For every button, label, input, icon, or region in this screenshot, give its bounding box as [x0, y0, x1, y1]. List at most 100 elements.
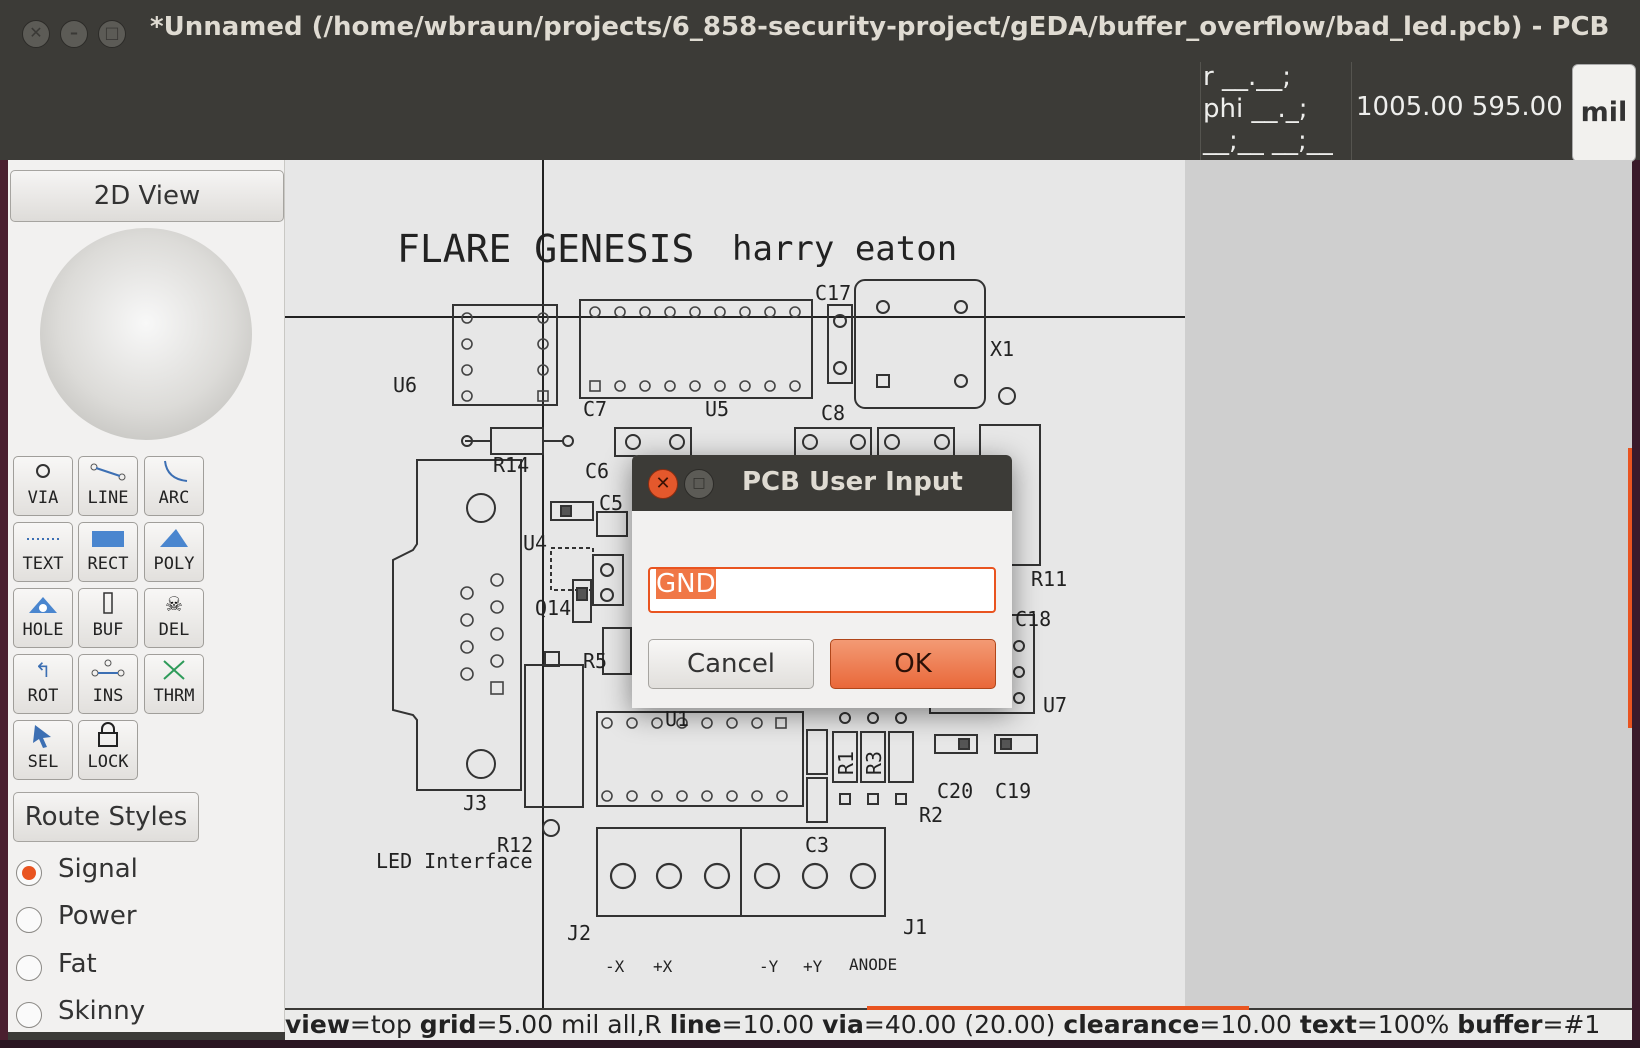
dialog-close-icon[interactable]: ✕	[648, 469, 678, 499]
tool-arc[interactable]: ARC	[144, 456, 204, 516]
status-clearance-value: =10.00	[1199, 1010, 1292, 1039]
component-j3-outline	[392, 459, 522, 791]
refdes-r11: R11	[1031, 567, 1067, 591]
board-author-text: harry eaton	[732, 229, 957, 269]
radio-unselected[interactable]	[16, 1002, 42, 1028]
refdes-r1: R1	[834, 751, 858, 775]
tool-via[interactable]: VIA	[13, 456, 73, 516]
route-styles-button[interactable]: Route Styles	[13, 792, 199, 842]
ok-button[interactable]: OK	[830, 639, 996, 689]
tool-poly[interactable]: POLY	[144, 522, 204, 582]
route-style-label: Signal	[58, 854, 138, 884]
tool-insert[interactable]: INS	[78, 654, 138, 714]
status-buffer-key: buffer	[1457, 1010, 1543, 1039]
connector-label: ANODE	[849, 955, 897, 974]
refdes-c18: C18	[1015, 607, 1051, 631]
polar-coords-readout: r __.__; phi __._; __;__ __;__	[1200, 62, 1352, 160]
refdes-u6: U6	[393, 373, 417, 397]
window-maximize-icon[interactable]: □	[98, 20, 126, 48]
radio-selected[interactable]	[16, 860, 42, 886]
status-flags: all,R	[607, 1010, 662, 1039]
view-toggle-button[interactable]: 2D View	[10, 170, 284, 222]
refdes-r2: R2	[919, 803, 943, 827]
coords-r: r __.__;	[1203, 62, 1291, 92]
connector-label: -Y	[759, 957, 779, 976]
status-via-key: via	[822, 1010, 864, 1039]
rotate-icon: ↰	[34, 658, 52, 682]
window-titlebar: ✕ – □ *Unnamed (/home/wbraun/projects/6_…	[0, 0, 1640, 62]
refdes-j2: J2	[567, 921, 591, 945]
hole-icon	[14, 589, 72, 619]
tool-label: ROT	[27, 686, 59, 706]
connector-label: -X	[605, 957, 625, 976]
dialog-input-value: GND	[656, 569, 716, 599]
dialog-title: PCB User Input	[742, 467, 963, 497]
status-via-value: =40.00 (20.00)	[863, 1010, 1056, 1039]
tool-line[interactable]: LINE	[78, 456, 138, 516]
radio-unselected[interactable]	[16, 955, 42, 981]
refdes-c8: C8	[821, 401, 845, 425]
connector-label: +X	[653, 957, 673, 976]
refdes-j3: J3	[463, 791, 487, 815]
tool-hole[interactable]: HOLE	[13, 588, 73, 648]
status-text-value: =100%	[1356, 1010, 1450, 1039]
tool-label: HOLE	[22, 620, 64, 640]
route-style-label: Fat	[58, 949, 97, 979]
cancel-button[interactable]: Cancel	[648, 639, 814, 689]
refdes-u4: U4	[523, 531, 547, 555]
window-minimize-icon[interactable]: –	[60, 20, 88, 48]
tool-text[interactable]: TEXT	[13, 522, 73, 582]
radio-unselected[interactable]	[16, 907, 42, 933]
tool-label: ARC	[158, 488, 190, 508]
refdes-x1: X1	[990, 337, 1014, 361]
tool-rect[interactable]: RECT	[78, 522, 138, 582]
desktop-background-left	[0, 160, 8, 1048]
dialog-maximize-icon[interactable]: □	[684, 469, 714, 499]
insert-icon	[79, 655, 137, 685]
refdes-r12: R12	[497, 833, 533, 857]
dialog-titlebar: ✕ □ PCB User Input	[632, 455, 1012, 511]
route-style-label: Skinny	[58, 996, 146, 1026]
refdes-c19: C19	[995, 779, 1031, 803]
refdes-r14: R14	[493, 453, 529, 477]
status-grid-value: =5.00 mil	[476, 1010, 600, 1039]
component-u5-outline	[579, 299, 813, 399]
dialog-text-input[interactable]: GND	[648, 567, 996, 613]
tool-select[interactable]: SEL	[13, 720, 73, 780]
component-j2-outline	[596, 827, 742, 917]
window-close-icon[interactable]: ✕	[22, 20, 50, 48]
tool-lock[interactable]: LOCK	[78, 720, 138, 780]
refdes-r5: R5	[583, 649, 607, 673]
status-bar: view=top grid=5.00 mil all,R line=10.00 …	[285, 1010, 1632, 1040]
tool-label: THRM	[153, 686, 195, 706]
status-clearance-key: clearance	[1063, 1010, 1200, 1039]
refdes-c5: C5	[599, 491, 623, 515]
tool-label: INS	[92, 686, 124, 706]
tool-label: LINE	[87, 488, 129, 508]
refdes-u5: U5	[705, 397, 729, 421]
status-buffer-value: =#1	[1542, 1010, 1601, 1039]
line-icon	[79, 457, 137, 487]
tool-label: RECT	[87, 554, 129, 574]
tool-label: VIA	[27, 488, 59, 508]
tool-label: BUF	[92, 620, 124, 640]
unit-toggle-button[interactable]: mil	[1572, 64, 1636, 162]
status-line-value: =10.00	[721, 1010, 815, 1039]
arc-icon	[145, 457, 203, 487]
tool-buffer[interactable]: BUF	[78, 588, 138, 648]
refdes-c7: C7	[583, 397, 607, 421]
canvas-offboard-area[interactable]	[1185, 160, 1632, 1008]
buffer-icon	[79, 589, 137, 619]
route-style-label: Power	[58, 901, 137, 931]
tool-thermal[interactable]: THRM	[144, 654, 204, 714]
tool-delete[interactable]: ☠ DEL	[144, 588, 204, 648]
component-x1-outline	[854, 279, 986, 409]
tool-rotate[interactable]: ↰ ROT	[13, 654, 73, 714]
desktop-background-bottom	[0, 1040, 1640, 1048]
status-view-key: view	[285, 1010, 350, 1039]
board-title-text: FLARE GENESIS	[397, 227, 694, 271]
tool-label: DEL	[158, 620, 190, 640]
component-u6-outline	[452, 304, 558, 406]
rect-icon	[79, 523, 137, 553]
layer-view-sphere[interactable]	[40, 228, 252, 440]
